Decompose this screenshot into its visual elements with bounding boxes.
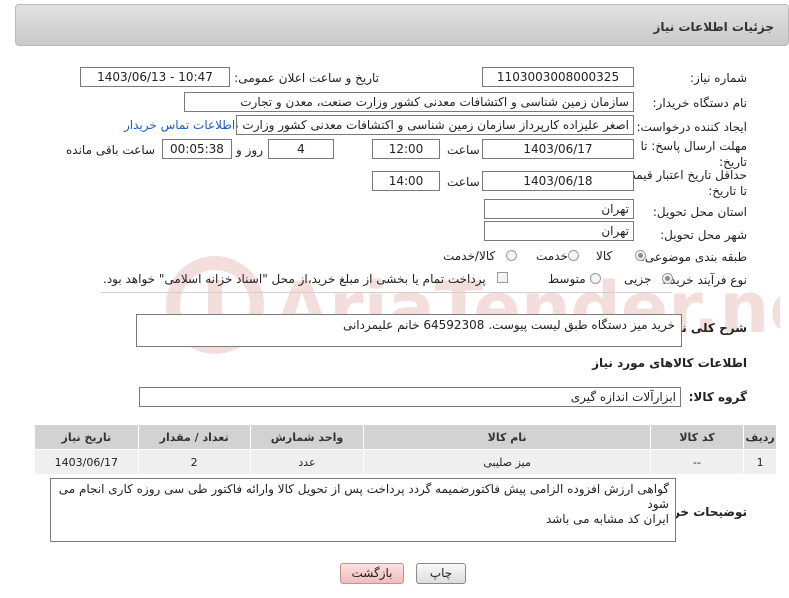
treasury-checkbox[interactable] bbox=[497, 272, 508, 283]
time-remaining-label: ساعت باقی مانده bbox=[66, 143, 156, 157]
col-need-date: تاریخ نیاز bbox=[34, 424, 139, 450]
cell-quantity: 2 bbox=[137, 449, 251, 475]
need-number-label: شماره نیاز: bbox=[690, 71, 747, 85]
announce-label: تاریخ و ساعت اعلان عمومی: bbox=[234, 71, 379, 85]
need-number-field: 1103003008000325 bbox=[482, 67, 634, 87]
description-textarea[interactable]: خرید میز دستگاه طبق لیست پیوست. 64592308… bbox=[136, 314, 682, 347]
category-radio-goods-service[interactable] bbox=[506, 250, 517, 261]
page-title: جزئیات اطلاعات نیاز bbox=[653, 20, 774, 34]
deadline-time-label: ساعت bbox=[447, 143, 480, 157]
process-radio-medium[interactable] bbox=[590, 273, 601, 284]
deadline-label: مهلت ارسال پاسخ: تا تاریخ: bbox=[640, 139, 747, 169]
col-row-number: ردیف bbox=[743, 424, 777, 450]
col-unit: واحد شمارش bbox=[249, 424, 365, 450]
city-field: تهران bbox=[484, 221, 634, 241]
col-quantity: تعداد / مقدار bbox=[137, 424, 251, 450]
buyer-notes-text: گواهی ارزش افزوده الزامی پیش فاکتورضمیمه… bbox=[58, 482, 669, 526]
goods-group-label: گروه کالا: bbox=[688, 390, 747, 404]
province-field: تهران bbox=[484, 199, 634, 219]
category-label: طبقه بندی موضوعی: bbox=[640, 250, 747, 264]
goods-table-header: ردیف کد کالا نام کالا واحد شمارش تعداد /… bbox=[34, 424, 777, 450]
goods-group-field: ابزارآلات اندازه گیری bbox=[139, 387, 681, 407]
validity-time-field: 14:00 bbox=[372, 171, 440, 191]
purchase-process-label: نوع فرآیند خرید : bbox=[662, 273, 747, 287]
print-button[interactable]: چاپ bbox=[416, 563, 466, 584]
goods-table: ردیف کد کالا نام کالا واحد شمارش تعداد /… bbox=[34, 424, 777, 475]
process-divider bbox=[100, 292, 672, 293]
page-header: جزئیات اطلاعات نیاز bbox=[15, 4, 789, 46]
buyer-org-field: سازمان زمین شناسی و اکتشافات معدنی کشور … bbox=[184, 92, 634, 112]
process-option-minor: جزیی bbox=[624, 272, 652, 286]
validity-label: حداقل تاریخ اعتبار قیمت: تا تاریخ: bbox=[620, 168, 747, 198]
process-radio-minor[interactable] bbox=[662, 273, 673, 284]
cell-row-number: 1 bbox=[743, 449, 777, 475]
description-text: خرید میز دستگاه طبق لیست پیوست. 64592308… bbox=[342, 318, 675, 332]
days-label: روز و bbox=[236, 143, 263, 157]
cell-unit: عدد bbox=[249, 449, 365, 475]
treasury-note: پرداخت تمام یا بخشی از مبلغ خرید،از محل … bbox=[103, 272, 486, 286]
province-label: استان محل تحویل: bbox=[652, 205, 747, 219]
col-item-code: کد کالا bbox=[649, 424, 745, 450]
category-radio-goods[interactable] bbox=[635, 250, 646, 261]
process-option-medium: متوسط bbox=[548, 272, 586, 286]
announce-field: 1403/06/13 - 10:47 bbox=[80, 67, 230, 87]
validity-time-label: ساعت bbox=[447, 175, 480, 189]
cell-need-date: 1403/06/17 bbox=[34, 449, 139, 475]
cell-item-code: -- bbox=[649, 449, 745, 475]
category-option-service: خدمت bbox=[536, 249, 568, 263]
deadline-time-field: 12:00 bbox=[372, 139, 440, 159]
back-button[interactable]: بازگشت bbox=[340, 563, 404, 584]
days-remaining-field: 4 bbox=[268, 139, 334, 159]
time-remaining-field: 00:05:38 bbox=[162, 139, 232, 159]
category-option-goods: کالا bbox=[596, 249, 613, 263]
buyer-contact-link[interactable]: اطلاعات تماس خریدار bbox=[124, 118, 235, 132]
city-label: شهر محل تحویل: bbox=[660, 228, 747, 242]
col-item-name: نام کالا bbox=[363, 424, 651, 450]
requester-label: ایجاد کننده درخواست: bbox=[636, 120, 747, 134]
table-row: 1 -- میز صلیبی عدد 2 1403/06/17 bbox=[34, 449, 777, 475]
validity-date-field: 1403/06/18 bbox=[482, 171, 634, 191]
requester-field: اصغر علیزاده کارپرداز سازمان زمین شناسی … bbox=[236, 115, 634, 135]
buyer-org-label: نام دستگاه خریدار: bbox=[652, 96, 748, 110]
cell-item-name: میز صلیبی bbox=[363, 449, 651, 475]
category-option-goods-service: کالا/خدمت bbox=[443, 249, 496, 263]
deadline-date-field: 1403/06/17 bbox=[482, 139, 634, 159]
goods-section-title: اطلاعات کالاهای مورد نیاز bbox=[592, 356, 747, 370]
buyer-notes-textarea[interactable]: گواهی ارزش افزوده الزامی پیش فاکتورضمیمه… bbox=[50, 478, 676, 542]
category-radio-service[interactable] bbox=[568, 250, 579, 261]
